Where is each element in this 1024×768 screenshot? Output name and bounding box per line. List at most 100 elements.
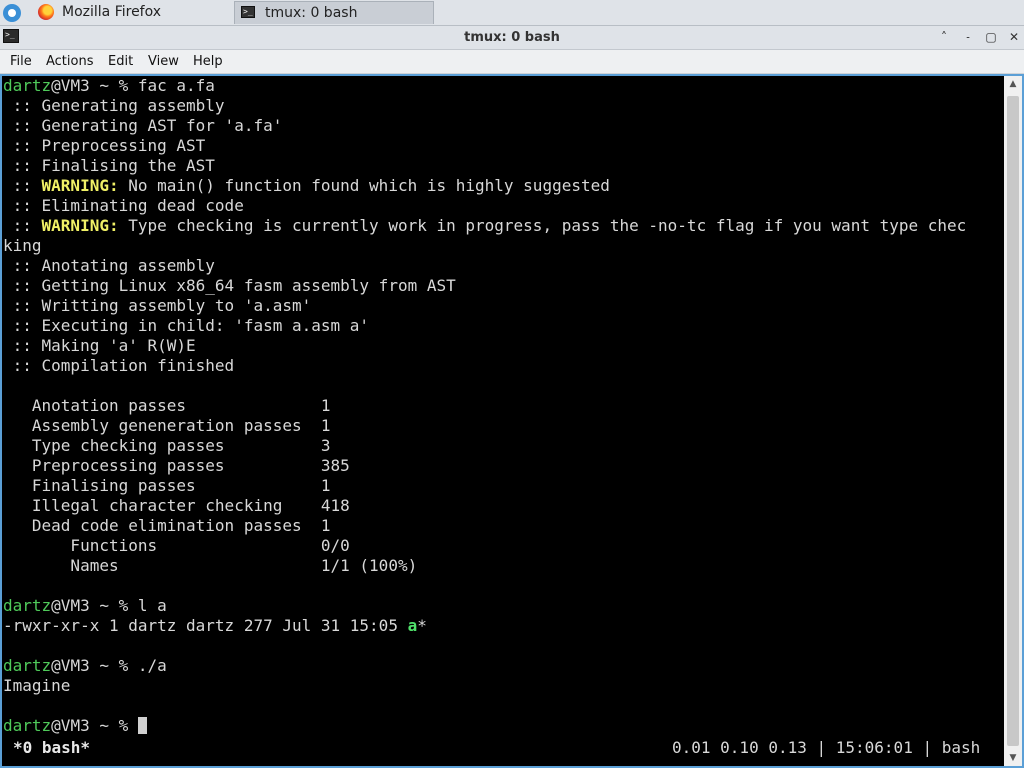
terminal-line: dartz@VM3 ~ % ./a	[3, 656, 1005, 676]
prompt-user: dartz	[3, 596, 52, 615]
prompt-host: @VM3 ~ %	[51, 596, 138, 615]
firefox-icon	[38, 4, 54, 20]
terminal-line: Anotation passes 1	[3, 396, 1005, 416]
output-text: Anotation passes 1	[3, 396, 331, 415]
scroll-down-icon[interactable]: ▼	[1004, 750, 1022, 766]
terminal-icon: >_	[241, 6, 255, 18]
terminal-line: dartz@VM3 ~ %	[3, 716, 1005, 736]
terminal-line: :: Compilation finished	[3, 356, 1005, 376]
menu-edit[interactable]: Edit	[108, 50, 133, 73]
terminal-line: dartz@VM3 ~ % fac a.fa	[3, 76, 1005, 96]
output-text: :: Generating assembly	[3, 96, 225, 115]
prompt-host: @VM3 ~ %	[51, 716, 138, 735]
terminal-area[interactable]: dartz@VM3 ~ % fac a.fa :: Generating ass…	[0, 74, 1024, 768]
output-text: :: Generating AST for 'a.fa'	[3, 116, 283, 135]
output-text: :: Making 'a' R(W)E	[3, 336, 196, 355]
warning-message: Type checking is currently work in progr…	[118, 216, 967, 235]
app-menu-icon[interactable]	[3, 4, 21, 22]
terminal-line: :: WARNING: Type checking is currently w…	[3, 216, 1005, 236]
command-text: ./a	[137, 656, 167, 675]
tmux-window-list[interactable]: *0 bash*	[13, 738, 90, 758]
terminal-line: Names 1/1 (100%)	[3, 556, 1005, 576]
output-text: :: Finalising the AST	[3, 156, 215, 175]
minimize-button[interactable]: ˗	[960, 29, 976, 45]
terminal-line: :: Anotating assembly	[3, 256, 1005, 276]
menu-view[interactable]: View	[148, 50, 179, 73]
close-button[interactable]: ✕	[1006, 29, 1022, 45]
window-title: tmux: 0 bash	[464, 30, 560, 45]
maximize-button[interactable]: ▢	[983, 29, 999, 45]
prompt-host: @VM3 ~ %	[51, 76, 138, 95]
taskbar-item-label: tmux: 0 bash	[265, 5, 358, 21]
output-text: :: Eliminating dead code	[3, 196, 244, 215]
tmux-status-right: 0.01 0.10 0.13 | 15:06:01 | bash	[672, 738, 981, 757]
terminal-line: Assembly geneneration passes 1	[3, 416, 1005, 436]
taskbar-item-firefox[interactable]: Mozilla Firefox	[32, 1, 232, 24]
terminal-line: :: Finalising the AST	[3, 156, 1005, 176]
output-text: Type checking passes 3	[3, 436, 331, 455]
terminal-line: :: Getting Linux x86_64 fasm assembly fr…	[3, 276, 1005, 296]
output-text: :: Executing in child: 'fasm a.asm a'	[3, 316, 370, 335]
command-text: fac a.fa	[137, 76, 215, 95]
line-prefix: ::	[3, 176, 42, 195]
output-text: Functions 0/0	[3, 536, 350, 555]
terminal-line: :: Writting assembly to 'a.asm'	[3, 296, 1005, 316]
terminal-line: :: Executing in child: 'fasm a.asm a'	[3, 316, 1005, 336]
menu-bar: File Actions Edit View Help	[0, 50, 1024, 74]
terminal-line: :: Generating AST for 'a.fa'	[3, 116, 1005, 136]
terminal-cursor	[137, 717, 147, 734]
warning-label: WARNING:	[41, 176, 119, 195]
warning-message: No main() function found which is highly…	[118, 176, 610, 195]
output-text: :: Compilation finished	[3, 356, 235, 375]
line-prefix: ::	[3, 216, 42, 235]
prompt-host: @VM3 ~ %	[51, 656, 138, 675]
output-text: :: Anotating assembly	[3, 256, 215, 275]
taskbar-item-tmux[interactable]: >_ tmux: 0 bash	[234, 1, 434, 24]
terminal-line: :: Generating assembly	[3, 96, 1005, 116]
terminal-line: -rwxr-xr-x 1 dartz dartz 277 Jul 31 15:0…	[3, 616, 1005, 636]
menu-file[interactable]: File	[10, 50, 32, 73]
menu-actions[interactable]: Actions	[46, 50, 94, 73]
terminal-line: Imagine	[3, 676, 1005, 696]
scrollbar-thumb[interactable]	[1007, 96, 1019, 746]
output-text: Illegal character checking 418	[3, 496, 350, 515]
terminal-line: :: Preprocessing AST	[3, 136, 1005, 156]
menu-help[interactable]: Help	[193, 50, 223, 73]
executable-name: a	[407, 616, 418, 635]
terminal-line: Finalising passes 1	[3, 476, 1005, 496]
output-text: Names 1/1 (100%)	[3, 556, 418, 575]
output-text: Imagine	[3, 676, 71, 695]
keep-above-icon[interactable]: ˄	[936, 29, 952, 45]
terminal-output: dartz@VM3 ~ % fac a.fa :: Generating ass…	[3, 76, 1005, 736]
terminal-line: Preprocessing passes 385	[3, 456, 1005, 476]
output-text: :: Preprocessing AST	[3, 136, 206, 155]
prompt-user: dartz	[3, 656, 52, 675]
output-text: Assembly geneneration passes 1	[3, 416, 331, 435]
prompt-user: dartz	[3, 716, 52, 735]
output-text: :: Getting Linux x86_64 fasm assembly fr…	[3, 276, 456, 295]
scroll-up-icon[interactable]: ▲	[1004, 76, 1022, 92]
terminal-line: Dead code elimination passes 1	[3, 516, 1005, 536]
terminal-line: Type checking passes 3	[3, 436, 1005, 456]
terminal-line: king	[3, 236, 1005, 256]
terminal-line: :: Eliminating dead code	[3, 196, 1005, 216]
scrollbar[interactable]: ▲ ▼	[1004, 76, 1022, 766]
taskbar: Mozilla Firefox >_ tmux: 0 bash	[0, 0, 1024, 26]
executable-suffix: *	[417, 616, 427, 635]
output-text: king	[3, 236, 42, 255]
warning-label: WARNING:	[41, 216, 119, 235]
taskbar-item-label: Mozilla Firefox	[62, 4, 162, 20]
terminal-line: dartz@VM3 ~ % l a	[3, 596, 1005, 616]
listing-text: -rwxr-xr-x 1 dartz dartz 277 Jul 31 15:0…	[3, 616, 408, 635]
terminal-line: Functions 0/0	[3, 536, 1005, 556]
terminal-line: Illegal character checking 418	[3, 496, 1005, 516]
output-text: Preprocessing passes 385	[3, 456, 350, 475]
terminal-line: :: WARNING: No main() function found whi…	[3, 176, 1005, 196]
output-text: Finalising passes 1	[3, 476, 331, 495]
prompt-user: dartz	[3, 76, 52, 95]
window-titlebar[interactable]: >_ tmux: 0 bash ˄ ˗ ▢ ✕	[0, 26, 1024, 50]
